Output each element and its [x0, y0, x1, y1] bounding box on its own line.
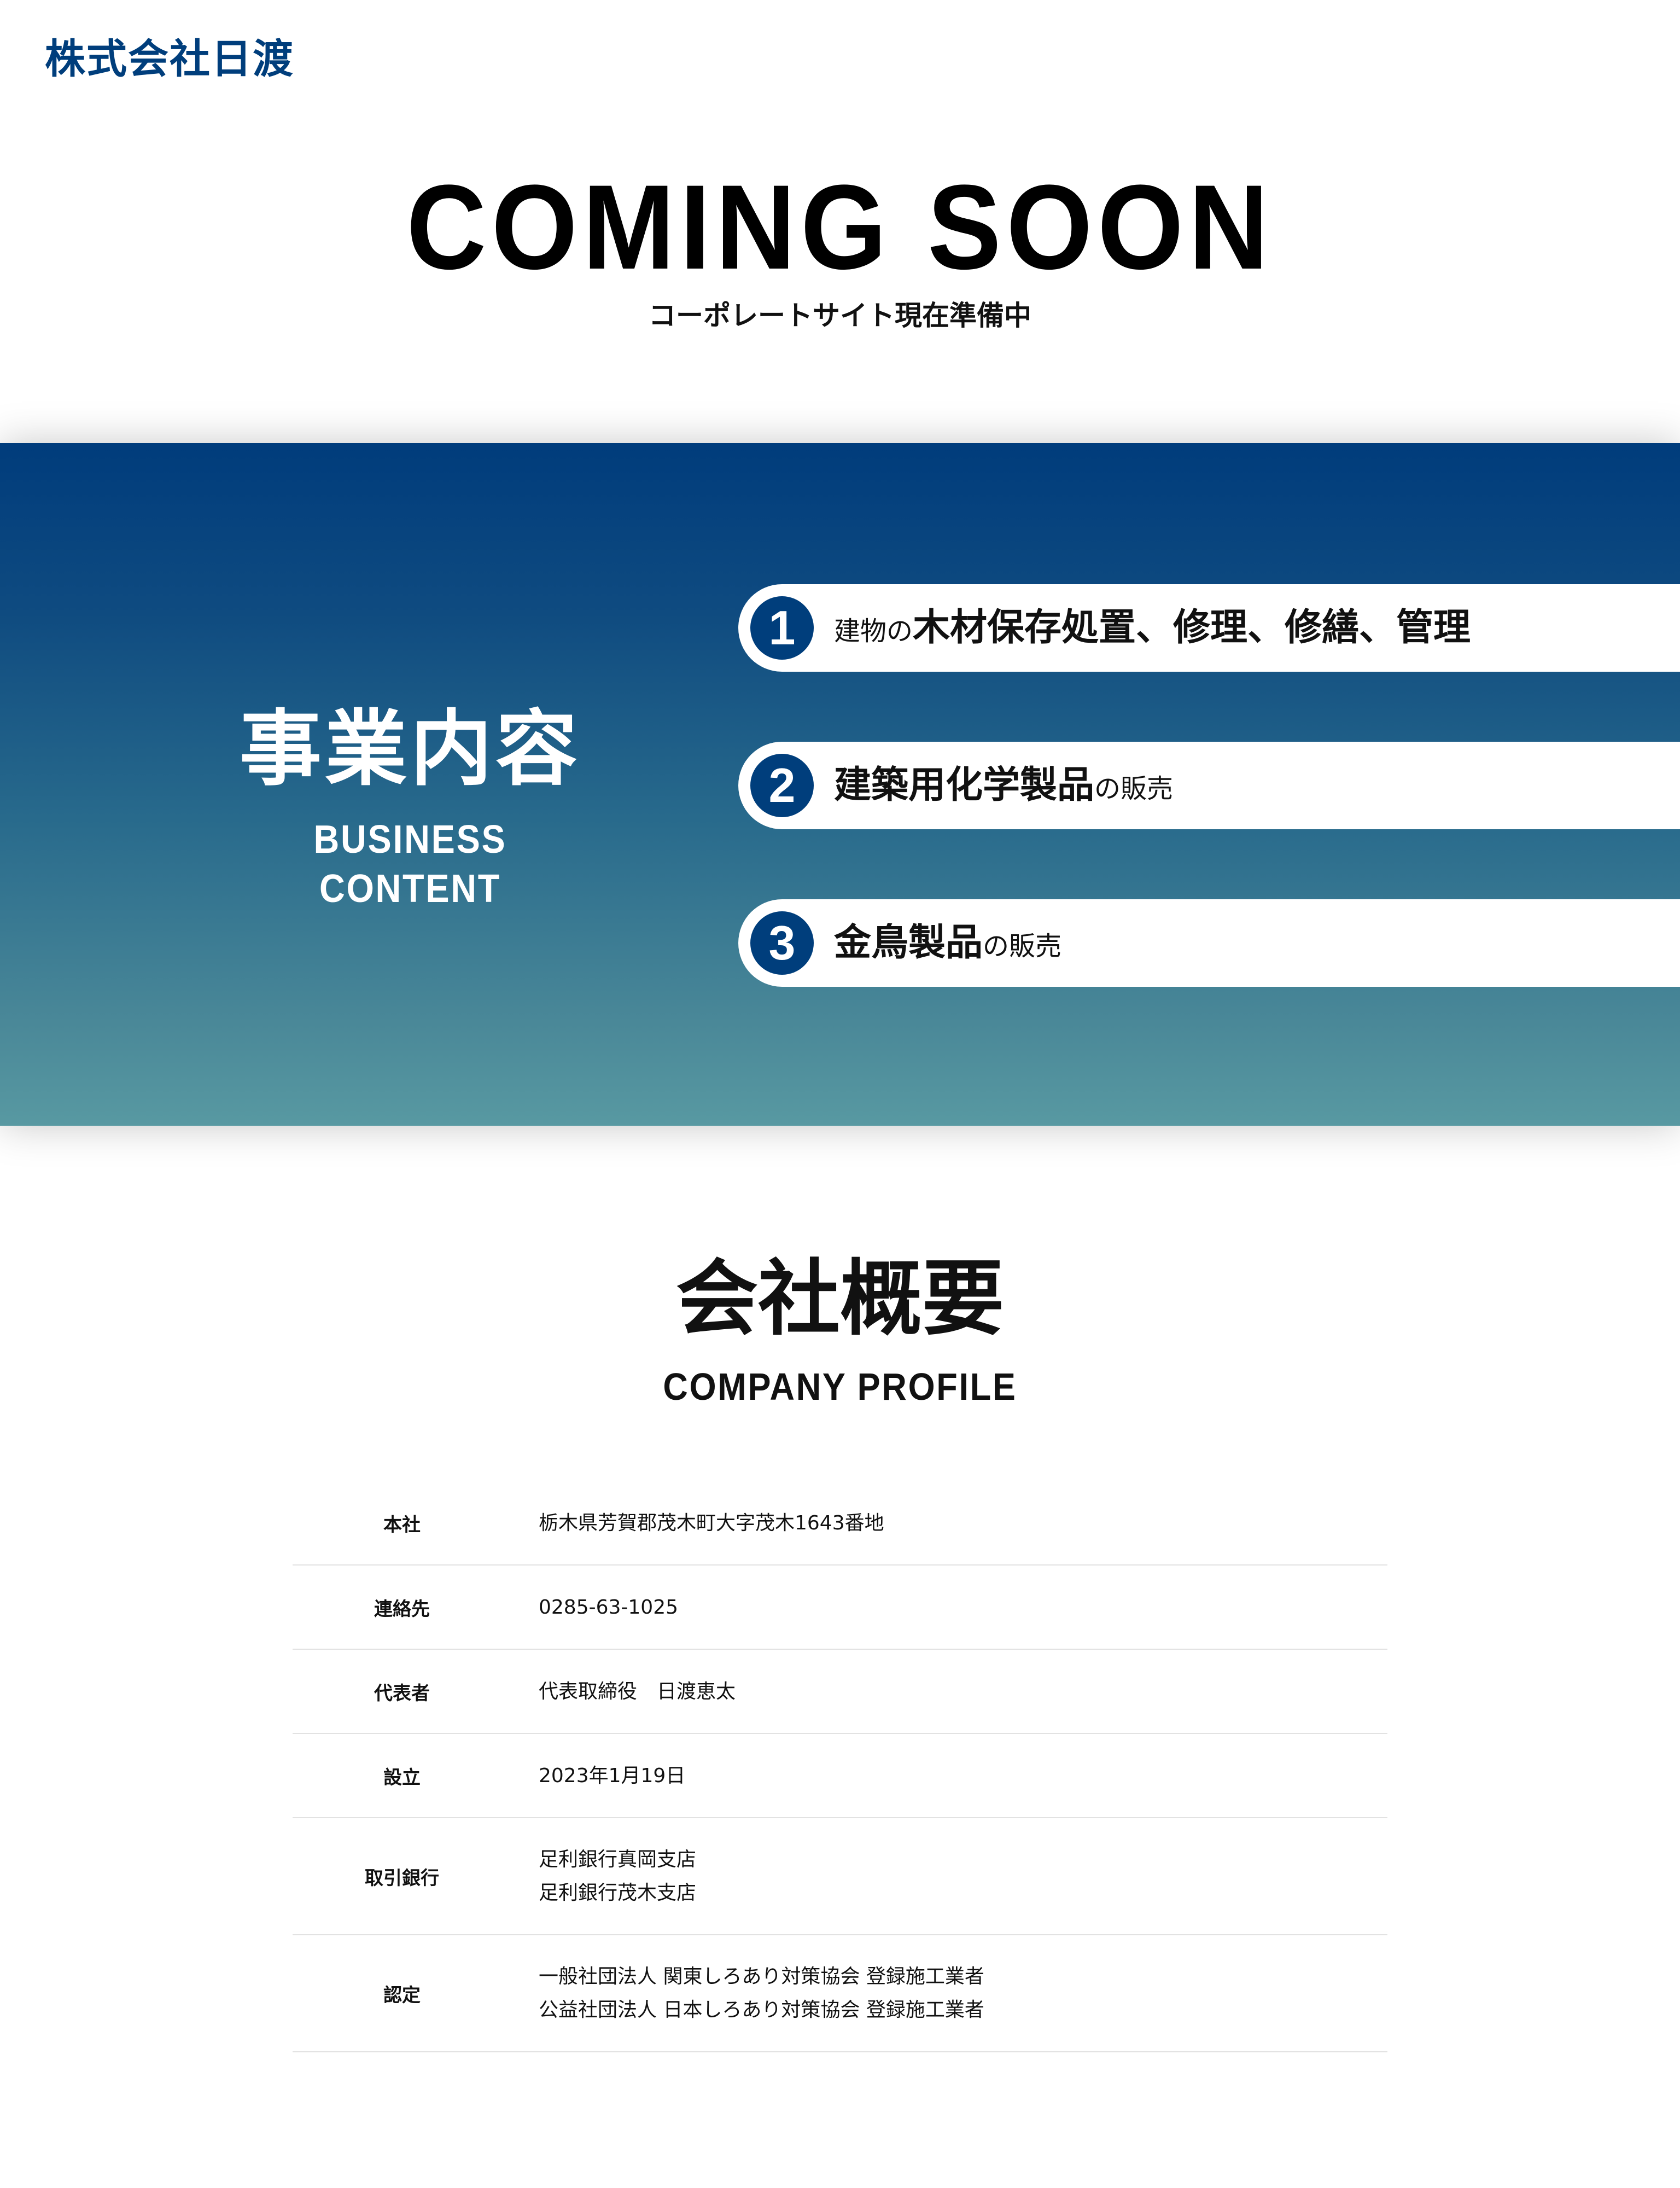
coming-soon-title: COMING SOON — [406, 160, 1274, 294]
row-value-line: 一般社団法人 関東しろあり対策協会 登録施工業者 — [539, 1965, 984, 1988]
row-label: 連絡先 — [374, 1598, 430, 1620]
business-item-suffix: の販売 — [983, 931, 1062, 962]
company-profile-subtitle: COMPANY PROFILE — [663, 1365, 1017, 1408]
table-row-representative: 代表者 代表取締役 日渡恵太 — [293, 1650, 1387, 1734]
phone-number[interactable]: 0285-63-1025 — [539, 1591, 1387, 1624]
number-badge-2: 2 — [750, 754, 814, 817]
business-item-main: 木材保存処置、修理、修繕、管理 — [913, 606, 1471, 649]
row-value: 足利銀行真岡支店 足利銀行茂木支店 — [511, 1843, 1387, 1910]
business-item-text-1: 建物の木材保存処置、修理、修繕、管理 — [834, 584, 1471, 672]
business-item-prefix: 建物の — [834, 616, 913, 647]
company-profile-table: 本社 栃木県芳賀郡茂木町大字茂木1643番地 連絡先 0285-63-1025 … — [293, 1481, 1387, 2052]
row-value: 代表取締役 日渡恵太 — [511, 1675, 1387, 1708]
row-label: 取引銀行 — [365, 1867, 439, 1889]
business-content-section: 事業内容 BUSINESS CONTENT 1 建物の木材保存処置、修理、修繕、… — [0, 443, 1680, 1126]
row-value: 栃木県芳賀郡茂木町大字茂木1643番地 — [511, 1506, 1387, 1540]
row-label: 本社 — [383, 1514, 421, 1536]
row-value-line: 栃木県芳賀郡茂木町大字茂木1643番地 — [539, 1511, 884, 1534]
business-item-3: 3 金鳥製品の販売 — [738, 899, 1680, 987]
table-row-banks: 取引銀行 足利銀行真岡支店 足利銀行茂木支店 — [293, 1818, 1387, 1935]
row-value: 0285-63-1025 — [511, 1591, 1387, 1624]
business-subtitle: BUSINESS CONTENT — [313, 818, 507, 911]
company-logo[interactable]: 株式会社日渡 — [45, 32, 294, 86]
business-item-main: 金鳥製品 — [834, 921, 983, 964]
number-badge-1: 1 — [750, 596, 814, 660]
row-value-line: 2023年1月19日 — [539, 1764, 686, 1787]
table-row-headquarters: 本社 栃木県芳賀郡茂木町大字茂木1643番地 — [293, 1481, 1387, 1566]
coming-soon-subtitle: コーポレートサイト現在準備中 — [649, 300, 1031, 331]
row-value-line: 足利銀行茂木支店 — [539, 1882, 697, 1904]
company-profile-title: 会社概要 — [675, 1252, 1004, 1347]
table-row-certification: 認定 一般社団法人 関東しろあり対策協会 登録施工業者 公益社団法人 日本しろあ… — [293, 1935, 1387, 2052]
table-row-contact: 連絡先 0285-63-1025 — [293, 1566, 1387, 1650]
business-item-suffix: の販売 — [1094, 773, 1174, 804]
row-label: 設立 — [383, 1766, 421, 1789]
business-item-text-3: 金鳥製品の販売 — [834, 899, 1061, 987]
row-value: 2023年1月19日 — [511, 1759, 1387, 1793]
row-value-line: 公益社団法人 日本しろあり対策協会 登録施工業者 — [539, 1999, 984, 2021]
business-item-2: 2 建築用化学製品の販売 — [738, 742, 1680, 829]
table-row-established: 設立 2023年1月19日 — [293, 1734, 1387, 1818]
business-item-main: 建築用化学製品 — [834, 764, 1095, 807]
row-label: 代表者 — [374, 1682, 430, 1704]
row-value-line: 代表取締役 日渡恵太 — [539, 1680, 736, 1703]
row-label: 認定 — [383, 1984, 421, 2006]
business-item-1: 1 建物の木材保存処置、修理、修繕、管理 — [738, 584, 1680, 672]
business-item-text-2: 建築用化学製品の販売 — [834, 742, 1173, 829]
business-title: 事業内容 — [239, 702, 581, 797]
number-badge-3: 3 — [750, 911, 814, 975]
row-value-line: 足利銀行真岡支店 — [539, 1848, 697, 1871]
row-value: 一般社団法人 関東しろあり対策協会 登録施工業者 公益社団法人 日本しろあり対策… — [511, 1960, 1387, 2027]
